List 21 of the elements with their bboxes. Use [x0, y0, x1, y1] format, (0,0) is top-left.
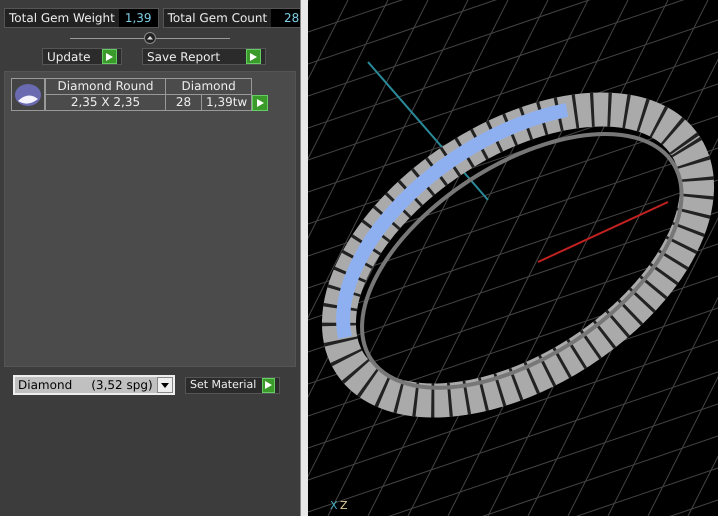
- stat-label: Total Gem Count: [166, 10, 268, 27]
- play-icon: [102, 49, 117, 64]
- splitter-bar[interactable]: [300, 0, 308, 516]
- play-button[interactable]: [252, 95, 268, 111]
- action-button[interactable]: Update: [42, 48, 122, 65]
- gem-material: Diamond: [166, 78, 252, 94]
- material-select[interactable]: Diamond (3,52 spg): [13, 375, 175, 395]
- collapse-handle-icon[interactable]: [144, 32, 156, 44]
- gem-name: Diamond Round: [46, 78, 166, 94]
- stat-label: Total Gem Weight: [8, 10, 116, 27]
- gem-count: 28: [166, 94, 202, 110]
- gem-size: 2,35 X 2,35: [46, 94, 166, 110]
- set-material-button[interactable]: Set Material: [185, 376, 280, 394]
- gem-icon: [11, 78, 45, 111]
- play-icon: [256, 99, 264, 107]
- axis-label: Z: [340, 498, 348, 514]
- action-button[interactable]: Save Report: [142, 48, 266, 65]
- play-icon: [246, 49, 261, 64]
- stat-value: 1,39: [118, 9, 158, 27]
- play-icon: [262, 378, 275, 392]
- axis-label: X: [330, 498, 338, 514]
